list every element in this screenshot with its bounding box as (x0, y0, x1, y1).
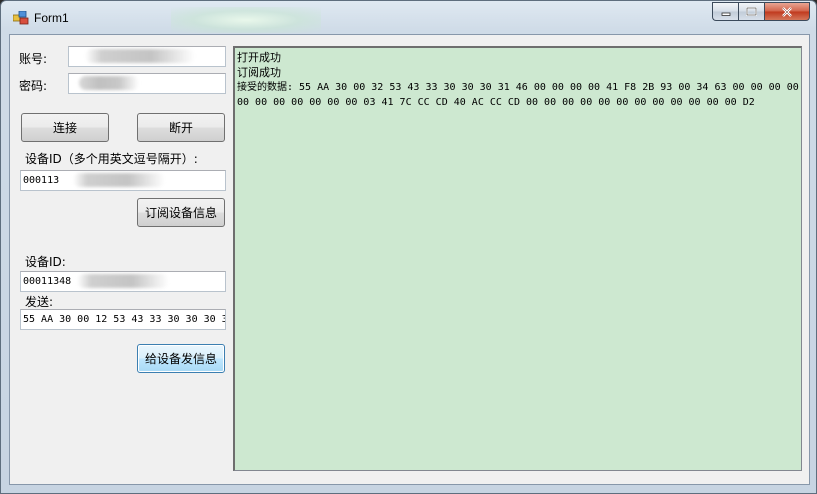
account-input[interactable] (68, 46, 226, 67)
close-icon (782, 6, 792, 17)
app-form-icon (13, 11, 29, 25)
title-bar[interactable]: Form1 (1, 1, 816, 35)
minimize-icon (721, 12, 730, 16)
redacted-device-id (77, 274, 169, 288)
title-glow (171, 7, 321, 33)
device-ids-label: 设备ID（多个用英文逗号隔开）: (25, 152, 198, 166)
maximize-button[interactable] (738, 2, 764, 21)
device-id-value: 00011348 (23, 276, 72, 287)
connect-button[interactable]: 连接 (21, 113, 109, 142)
output-line: 接受的数据: 55 AA 30 00 32 53 43 33 30 30 30 … (237, 82, 799, 108)
subscribe-button[interactable]: 订阅设备信息 (137, 198, 225, 227)
redacted-password (79, 76, 139, 90)
output-line: 订阅成功 (237, 66, 281, 79)
disconnect-button[interactable]: 断开 (137, 113, 225, 142)
client-area: 账号: 密码: 连接 断开 设备ID（多个用英文逗号隔开）: 000113 订阅… (9, 34, 810, 485)
device-id-label: 设备ID: (25, 255, 66, 269)
output-textbox[interactable]: 打开成功 订阅成功 接受的数据: 55 AA 30 00 32 53 43 33… (233, 46, 802, 471)
close-button[interactable] (764, 2, 810, 21)
redacted-account (85, 49, 195, 63)
send-input[interactable]: 55 AA 30 00 12 53 43 33 30 30 30 3 (20, 309, 226, 330)
output-line: 打开成功 (237, 51, 281, 64)
maximize-icon (746, 7, 757, 16)
send-label: 发送: (25, 295, 54, 309)
minimize-button[interactable] (712, 2, 738, 21)
send-to-device-button[interactable]: 给设备发信息 (137, 344, 225, 373)
main-window: Form1 账号: 密码: 连接 断开 设备ID（多个用英文逗号隔开）: 000… (0, 0, 817, 494)
password-input[interactable] (68, 73, 226, 94)
caption-buttons (712, 2, 810, 21)
device-ids-input[interactable]: 000113 (20, 170, 226, 191)
device-ids-value: 000113 (23, 175, 60, 186)
device-id-input[interactable]: 00011348 (20, 271, 226, 292)
account-label: 账号: (19, 52, 48, 66)
password-label: 密码: (19, 79, 48, 93)
window-title: Form1 (34, 11, 69, 25)
redacted-device-ids (73, 173, 165, 187)
